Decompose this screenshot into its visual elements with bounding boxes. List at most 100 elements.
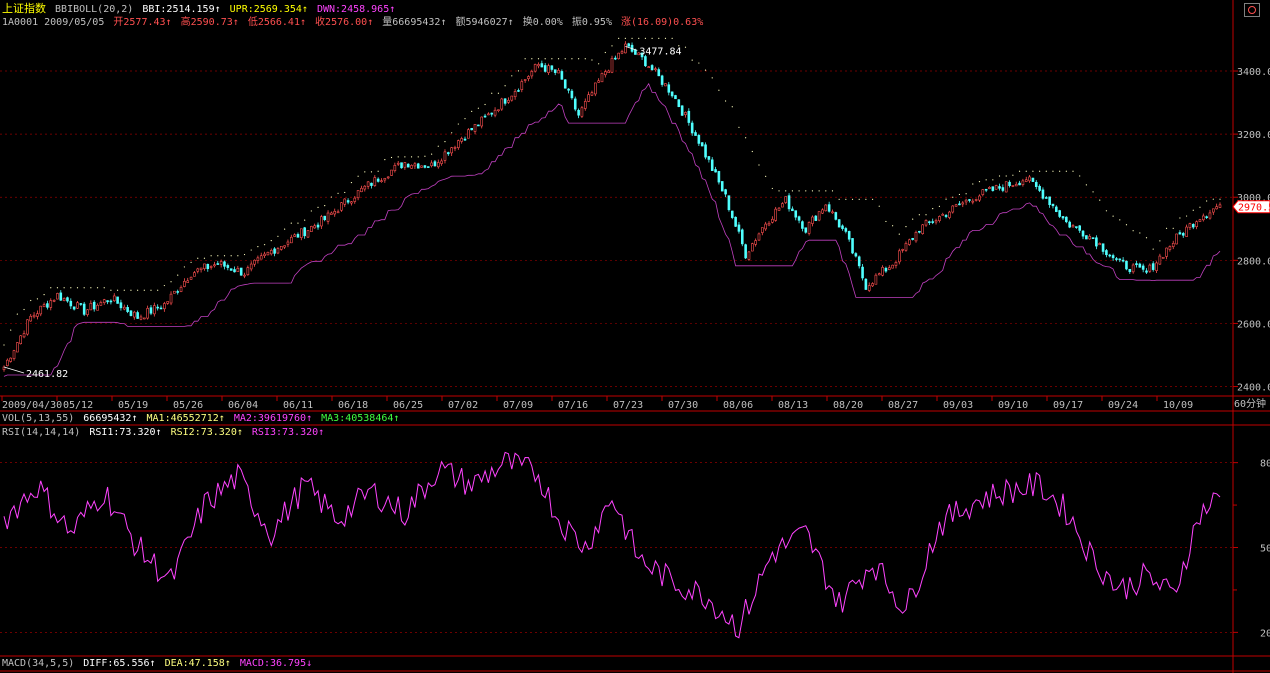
candle-down xyxy=(694,132,697,136)
y-tick-label: 2600.00 xyxy=(1237,319,1270,330)
candle-down xyxy=(958,203,961,206)
upper-band-point xyxy=(350,181,353,184)
upper-band-point xyxy=(364,171,366,173)
candle-up xyxy=(179,287,183,292)
period-label[interactable]: 60分钟 xyxy=(1234,398,1266,412)
dwn-value: DWN:2458.965 xyxy=(316,4,390,15)
candle-down xyxy=(827,204,831,212)
upper-band-point xyxy=(978,181,981,183)
candle-up xyxy=(1024,179,1028,182)
candle-up xyxy=(908,239,911,245)
volume-indicator-row[interactable]: VOL(5,13,55) 66695432↑ MA1:46552712↑ MA2… xyxy=(2,412,402,426)
candle-down xyxy=(323,215,327,221)
candle-up xyxy=(824,204,828,212)
indicator-name[interactable]: BBIBOLL(20,2) xyxy=(55,4,133,15)
candle-down xyxy=(861,266,864,279)
candle-down xyxy=(116,296,119,304)
candle-down xyxy=(844,228,848,232)
index-name[interactable]: 上证指数 xyxy=(2,2,46,15)
turnover: 换0.00% xyxy=(522,17,563,28)
candle-up xyxy=(440,160,443,164)
candle-up xyxy=(527,76,530,79)
candle-up xyxy=(547,65,550,73)
candle-down xyxy=(727,195,731,211)
candle-up xyxy=(6,359,9,366)
candle-up xyxy=(39,305,43,315)
arrow-up-icon: ↑ xyxy=(165,17,172,28)
panel-toggle-icon[interactable] xyxy=(1244,3,1260,17)
candle-down xyxy=(864,278,868,290)
macd-indicator-row[interactable]: MACD(34,5,5) DIFF:65.556↑ DEA:47.158↑ MA… xyxy=(2,657,315,671)
upper-band-point xyxy=(297,222,299,224)
upper-band-point xyxy=(210,255,212,257)
candlestick-series[interactable] xyxy=(2,41,1222,372)
candle-down xyxy=(724,189,727,195)
candle-up xyxy=(169,293,173,304)
candle-up xyxy=(467,129,470,139)
candle-down xyxy=(847,231,851,240)
candle-down xyxy=(483,115,487,118)
candle-up xyxy=(62,298,66,301)
upper-band-point xyxy=(123,289,125,291)
upper-band-point xyxy=(778,190,780,192)
upper-band-point xyxy=(771,187,773,190)
candle-up xyxy=(1088,236,1092,240)
upper-band-point xyxy=(484,103,486,106)
rsi-line[interactable] xyxy=(3,451,1221,639)
upper-band-point xyxy=(1018,170,1021,172)
arrow-up-icon: ↑ xyxy=(224,658,231,669)
candle-up xyxy=(32,314,36,318)
upper-band-point xyxy=(437,145,439,147)
arrow-up-icon: ↑ xyxy=(218,413,225,424)
candle-down xyxy=(1125,260,1128,270)
upper-band-point xyxy=(758,164,760,166)
candle-up xyxy=(487,113,490,116)
upper-band-point xyxy=(557,58,560,60)
candle-down xyxy=(857,256,861,267)
candle-down xyxy=(717,171,721,183)
upr-value: UPR:2569.354 xyxy=(229,4,302,15)
upper-band-point xyxy=(157,289,159,291)
candle-down xyxy=(657,69,661,77)
candle-down xyxy=(126,307,129,312)
upper-band-point xyxy=(684,46,687,48)
upper-band-point xyxy=(544,58,546,60)
upper-band-point xyxy=(263,244,266,246)
candle-up xyxy=(761,227,764,233)
rsi-indicator-row[interactable]: RSI(14,14,14) RSI1:73.320↑ RSI2:73.320↑ … xyxy=(2,426,327,440)
candle-up xyxy=(330,212,333,215)
upper-band-point xyxy=(952,196,954,198)
candle-up xyxy=(146,308,149,319)
upper-band-point xyxy=(1099,199,1101,201)
candle-down xyxy=(720,181,724,192)
date-label: 09/24 xyxy=(1108,400,1138,411)
candle-down xyxy=(644,56,647,67)
candle-down xyxy=(1008,181,1011,186)
candle-down xyxy=(503,98,507,104)
candle-up xyxy=(747,251,751,260)
candle-up xyxy=(1198,219,1202,222)
date-label: 07/09 xyxy=(503,400,533,411)
candle-down xyxy=(573,98,577,110)
upper-band-point xyxy=(791,190,793,192)
candle-down xyxy=(59,292,63,301)
candle-up xyxy=(610,58,614,73)
upper-band-point xyxy=(838,198,840,200)
candle-up xyxy=(807,222,811,234)
candle-down xyxy=(837,219,841,228)
candle-up xyxy=(1028,176,1031,182)
candle-up xyxy=(193,272,196,277)
low-pointer xyxy=(3,366,25,374)
candle-down xyxy=(690,122,694,134)
upper-band-point xyxy=(818,190,820,192)
candle-up xyxy=(1165,247,1168,257)
candle-up xyxy=(473,124,477,132)
candle-down xyxy=(1108,254,1112,257)
candle-up xyxy=(139,316,143,320)
vol-ma3: MA3:40538464 xyxy=(321,413,394,424)
candle-up xyxy=(56,293,59,300)
upper-band-point xyxy=(150,289,152,291)
last-price-label: 2970.5 xyxy=(1238,203,1270,214)
candle-up xyxy=(310,226,313,232)
candle-up xyxy=(617,52,620,60)
